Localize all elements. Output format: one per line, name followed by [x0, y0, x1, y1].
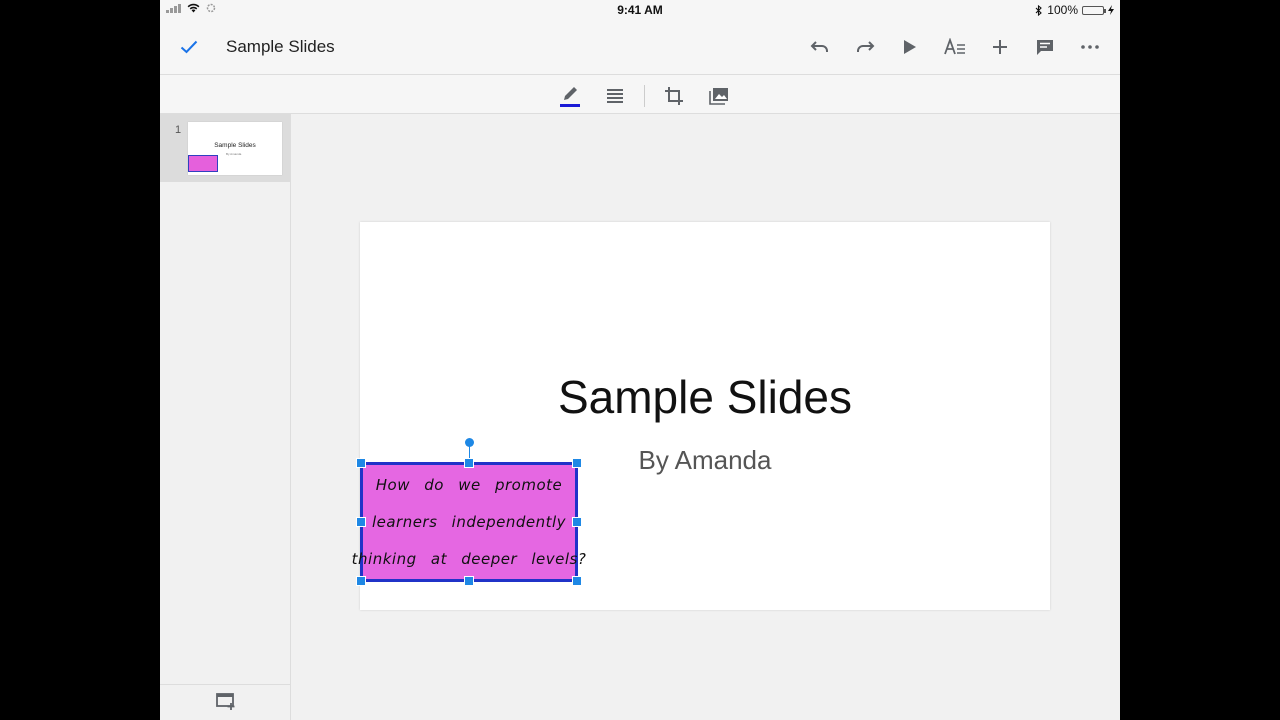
app-actions	[804, 32, 1106, 62]
present-button[interactable]	[894, 32, 926, 62]
slide-thumbnail-row[interactable]: 1 Sample Slides By Amanda	[160, 114, 290, 182]
note-line: thinking at deeper levels?	[351, 549, 587, 568]
redo-icon	[857, 41, 875, 52]
rotation-handle[interactable]	[465, 438, 474, 447]
status-right: 100%	[1035, 3, 1114, 17]
add-slide-icon	[216, 693, 235, 710]
add-icon	[993, 40, 1007, 54]
comments-button[interactable]	[1029, 32, 1061, 62]
sticky-note-image[interactable]: How do we promote learners independently…	[352, 438, 586, 586]
toolbar-divider	[644, 85, 645, 107]
format-toolbar	[160, 75, 1120, 114]
align-icon	[607, 89, 623, 103]
crop-icon	[665, 87, 683, 105]
note-line: How do we promote	[375, 476, 563, 495]
format-toolbar-group	[554, 81, 735, 111]
play-icon	[904, 40, 916, 54]
status-bar: 9:41 AM 100%	[160, 0, 1120, 20]
resize-handle-bottom-left[interactable]	[356, 576, 366, 586]
more-options-button[interactable]	[1074, 32, 1106, 62]
border-weight-button[interactable]	[599, 81, 631, 111]
resize-handle-top[interactable]	[464, 458, 474, 468]
text-format-icon	[944, 38, 965, 55]
redo-button[interactable]	[849, 32, 881, 62]
image-icon	[709, 88, 728, 105]
battery-percent: 100%	[1047, 3, 1078, 17]
resize-handle-top-right[interactable]	[572, 458, 582, 468]
slide-thumbnail[interactable]: Sample Slides By Amanda	[188, 122, 282, 175]
border-color-button[interactable]	[554, 81, 586, 111]
add-slide-button[interactable]	[215, 692, 237, 712]
panel-divider	[160, 684, 290, 685]
app-screen: 9:41 AM 100% Sample Slides 1 Sample Slid…	[160, 0, 1120, 720]
resize-handle-right[interactable]	[572, 517, 582, 527]
document-title[interactable]: Sample Slides	[226, 37, 335, 57]
thumbnail-subtitle: By Amanda	[226, 152, 242, 156]
undo-icon	[810, 41, 828, 52]
slide-title[interactable]: Sample Slides	[360, 370, 1050, 424]
app-bar: Sample Slides	[160, 20, 1120, 75]
format-text-button[interactable]	[939, 32, 971, 62]
crop-button[interactable]	[658, 81, 690, 111]
insert-button[interactable]	[984, 32, 1016, 62]
bluetooth-icon	[1035, 4, 1043, 16]
pencil-icon	[560, 87, 580, 107]
resize-handle-bottom-right[interactable]	[572, 576, 582, 586]
resize-handle-bottom[interactable]	[464, 576, 474, 586]
checkmark-icon	[180, 40, 198, 54]
thumbnail-title: Sample Slides	[214, 142, 256, 149]
undo-button[interactable]	[804, 32, 836, 62]
thumbnail-note	[188, 155, 218, 172]
slide-number: 1	[175, 124, 182, 136]
resize-handle-left[interactable]	[356, 517, 366, 527]
resize-handle-top-left[interactable]	[356, 458, 366, 468]
battery-icon	[1082, 5, 1106, 15]
slides-panel: 1 Sample Slides By Amanda	[160, 114, 291, 720]
done-button[interactable]	[178, 36, 200, 58]
note-line: learners independently	[371, 512, 567, 531]
more-icon	[1081, 45, 1099, 49]
slide-canvas[interactable]: Sample Slides By Amanda How do we promot…	[352, 222, 1050, 610]
replace-image-button[interactable]	[703, 81, 735, 111]
comment-icon	[1037, 39, 1053, 55]
status-time: 9:41 AM	[617, 3, 663, 17]
charging-icon	[1108, 5, 1114, 15]
